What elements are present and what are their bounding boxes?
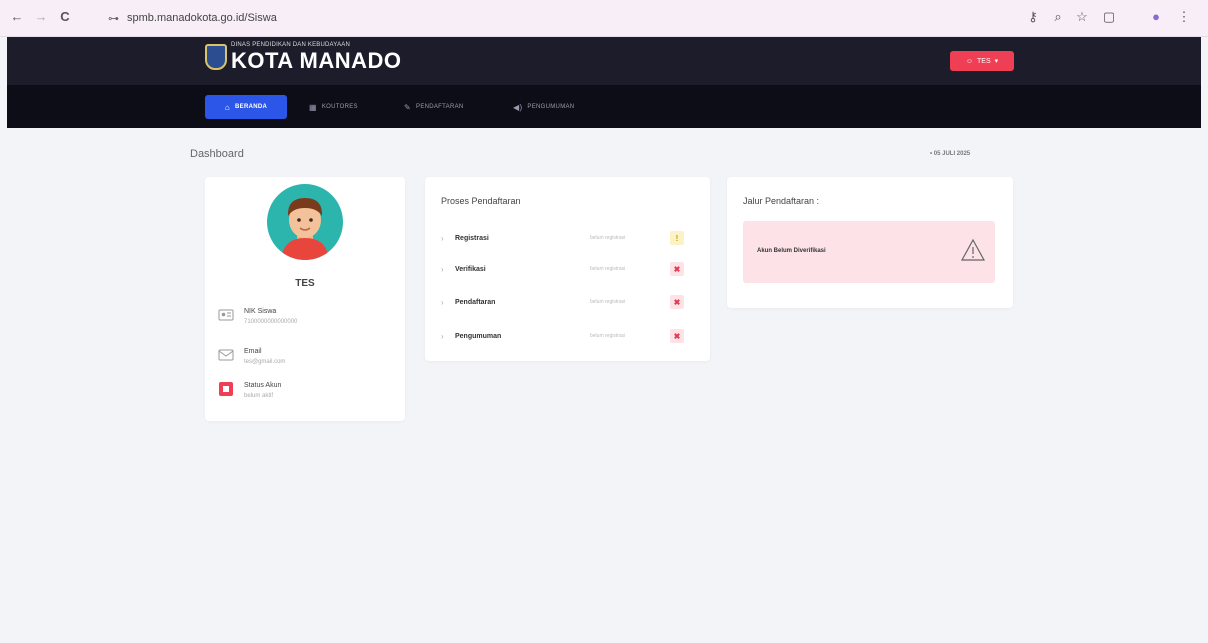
profile-card: TES NIK Siswa 7100000000000000 Email tes…: [205, 177, 405, 421]
nav-item-pendaftaran[interactable]: ✎ PENDAFTARAN: [404, 95, 464, 119]
url-text: spmb.manadokota.go.id/Siswa: [127, 12, 277, 24]
warning-badge-icon: !: [670, 231, 684, 245]
chevron-down-icon: ▾: [994, 58, 999, 65]
step-name: Verifikasi: [455, 265, 486, 273]
avatar: [267, 184, 343, 260]
field-value: tes@gmail.com: [244, 359, 286, 365]
grid-icon: ▦: [309, 102, 317, 112]
step-status: belum registrasi: [590, 235, 626, 241]
field-value: 7100000000000000: [244, 319, 298, 325]
extension-icon[interactable]: ▢: [1100, 9, 1118, 25]
card-title: Proses Pendaftaran: [441, 196, 521, 206]
nav-item-label: BERANDA: [235, 104, 268, 110]
registration-path-card: Jalur Pendaftaran : Akun Belum Diverifik…: [727, 177, 1013, 308]
process-step-registrasi[interactable]: › Registrasi belum registrasi !: [441, 230, 696, 246]
field-value: belum aktif: [244, 393, 274, 399]
profile-field-email: Email tes@gmail.com: [218, 347, 285, 368]
forward-icon[interactable]: →: [32, 9, 50, 24]
registration-process-card: Proses Pendaftaran › Registrasi belum re…: [425, 177, 710, 361]
address-bar[interactable]: ⊶ spmb.manadokota.go.id/Siswa: [102, 6, 1002, 30]
home-icon: ⌂: [224, 102, 231, 112]
browser-toolbar: ← → C ⊶ spmb.manadokota.go.id/Siswa ⚷ ⌕ …: [0, 0, 1208, 37]
back-icon[interactable]: ←: [8, 9, 26, 24]
user-icon: ☺: [965, 57, 973, 65]
chevron-right-icon: ›: [441, 331, 444, 341]
process-step-pendaftaran[interactable]: › Pendaftaran belum registrasi ✖: [441, 294, 696, 310]
password-key-icon[interactable]: ⚷: [1024, 9, 1042, 25]
user-button-label: TES: [977, 57, 991, 65]
warning-triangle-icon: [961, 239, 985, 261]
bookmark-star-icon[interactable]: ☆: [1073, 9, 1091, 25]
id-card-icon: [218, 307, 234, 323]
envelope-icon: [218, 347, 234, 363]
x-badge-icon: ✖: [670, 295, 684, 309]
nav-item-label: PENDAFTARAN: [416, 104, 464, 110]
profile-field-nik: NIK Siswa 7100000000000000: [218, 307, 297, 328]
step-name: Pengumuman: [455, 332, 502, 340]
chevron-right-icon: ›: [441, 297, 444, 307]
step-status: belum registrasi: [590, 333, 626, 339]
x-badge-icon: ✖: [670, 262, 684, 276]
chevron-right-icon: ›: [441, 233, 444, 243]
site-info-icon[interactable]: ⊶: [108, 12, 119, 25]
step-name: Pendaftaran: [455, 298, 496, 306]
step-status: belum registrasi: [590, 266, 626, 272]
status-x-icon: [218, 381, 234, 397]
profile-name: TES: [295, 278, 315, 289]
nav-item-pengumuman[interactable]: ◀) PENGUMUMAN: [513, 95, 574, 119]
user-avatar-icon: [281, 198, 329, 260]
step-name: Registrasi: [455, 234, 489, 242]
x-badge-icon: ✖: [670, 329, 684, 343]
logo-title: KOTA MANADO: [231, 48, 402, 73]
edit-icon: ✎: [404, 102, 412, 112]
megaphone-icon: ◀): [513, 102, 523, 112]
user-menu-button[interactable]: ☺ TES ▾: [950, 51, 1014, 71]
nav-item-label: PENGUMUMAN: [527, 104, 575, 110]
nav-item-koutores[interactable]: ▦ KOUTORES: [309, 95, 358, 119]
profile-field-status: Status Akun belum aktif: [218, 381, 281, 402]
zoom-icon[interactable]: ⌕: [1049, 9, 1067, 25]
reload-icon[interactable]: C: [56, 9, 74, 24]
nav-item-beranda[interactable]: ⌂ BERANDA: [205, 95, 287, 119]
profile-icon[interactable]: ●: [1147, 9, 1165, 24]
emblem-icon: [205, 44, 227, 70]
nav-item-label: KOUTORES: [321, 104, 358, 110]
current-date: • 05 JULI 2025: [930, 151, 971, 157]
chevron-right-icon: ›: [441, 264, 444, 274]
field-label: Email: [244, 348, 262, 355]
card-title: Jalur Pendaftaran :: [743, 196, 820, 206]
process-step-pengumuman[interactable]: › Pengumuman belum registrasi ✖: [441, 328, 696, 344]
site-logo[interactable]: DINAS PENDIDIKAN DAN KEBUDAYAAN KOTA MAN…: [205, 41, 401, 73]
site-header: DINAS PENDIDIKAN DAN KEBUDAYAAN KOTA MAN…: [7, 37, 1201, 85]
field-label: Status Akun: [244, 382, 282, 389]
unverified-alert: Akun Belum Diverifikasi: [743, 221, 995, 283]
menu-icon[interactable]: ⋮: [1175, 9, 1193, 25]
field-label: NIK Siswa: [244, 308, 277, 315]
page-title: Dashboard: [190, 148, 244, 160]
step-status: belum registrasi: [590, 299, 626, 305]
alert-text: Akun Belum Diverifikasi: [757, 248, 826, 254]
main-nav: ⌂ BERANDA ▦ KOUTORES ✎ PENDAFTARAN ◀) PE…: [7, 85, 1201, 128]
process-step-verifikasi[interactable]: › Verifikasi belum registrasi ✖: [441, 261, 696, 277]
